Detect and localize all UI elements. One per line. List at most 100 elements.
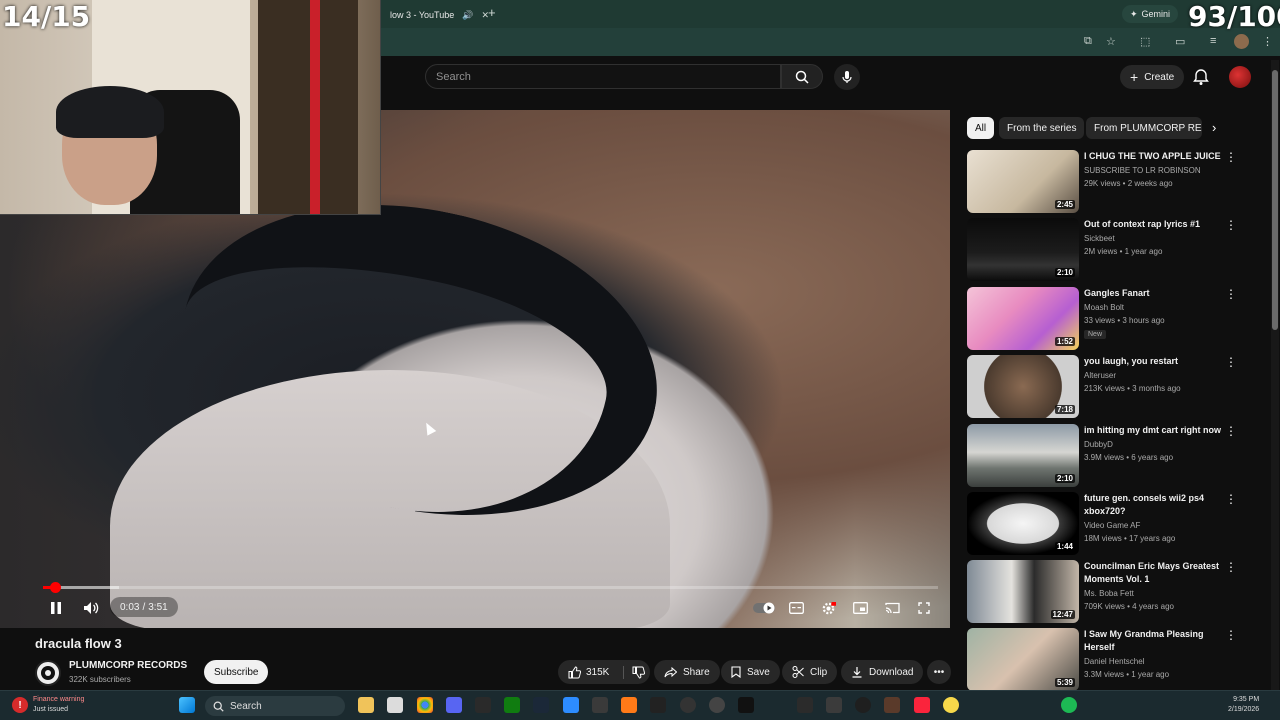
app-icon[interactable] bbox=[621, 697, 637, 713]
recommendation-channel[interactable]: SUBSCRIBE TO LR ROBINSON bbox=[1084, 166, 1201, 175]
channel-avatar[interactable] bbox=[35, 660, 61, 686]
fullscreen-button[interactable] bbox=[914, 598, 934, 618]
scrollbar-thumb[interactable] bbox=[1272, 70, 1278, 330]
discord-icon[interactable] bbox=[446, 697, 462, 713]
gemini-button[interactable]: ✦ Gemini bbox=[1122, 5, 1179, 23]
clock[interactable]: 9:35 PM 2/19/2026 bbox=[1228, 695, 1259, 715]
dislike-button[interactable] bbox=[623, 665, 646, 679]
chip-from-channel[interactable]: From PLUMMCORP RECORDS bbox=[1086, 117, 1202, 139]
more-vertical-icon[interactable]: ⋮ bbox=[1225, 628, 1237, 644]
video-thumbnail[interactable]: 7:18 bbox=[967, 355, 1079, 418]
recommendation-item[interactable]: 1:52 Gangles Fanart Moash Bolt 33 views … bbox=[967, 287, 1267, 351]
share-button[interactable]: Share bbox=[654, 660, 720, 684]
browser-tab[interactable]: low 3 - YouTube 🔊 ✕ bbox=[382, 4, 497, 26]
progress-bar[interactable] bbox=[43, 582, 938, 593]
recommendation-item[interactable]: 7:18 you laugh, you restart Alteruser 21… bbox=[967, 355, 1267, 419]
app-icon[interactable] bbox=[592, 697, 608, 713]
more-vertical-icon[interactable]: ⋮ bbox=[1225, 287, 1237, 303]
more-vertical-icon[interactable]: ⋮ bbox=[1225, 218, 1237, 234]
tab-search-icon[interactable]: ≡ bbox=[1210, 35, 1216, 47]
chip-from-series[interactable]: From the series bbox=[999, 117, 1085, 139]
recommendation-title[interactable]: Councilman Eric Mays Greatest Moments Vo… bbox=[1084, 560, 1224, 586]
warning-icon[interactable]: ! bbox=[12, 697, 28, 713]
more-vertical-icon[interactable]: ⋮ bbox=[1225, 150, 1237, 166]
video-thumbnail[interactable]: 12:47 bbox=[967, 560, 1079, 623]
extensions-icon[interactable]: ⬚ bbox=[1140, 35, 1150, 48]
recommendation-item[interactable]: 2:10 im hitting my dmt cart right now Du… bbox=[967, 424, 1267, 488]
chrome-icon[interactable] bbox=[417, 697, 433, 713]
video-thumbnail[interactable]: 5:39 bbox=[967, 628, 1079, 691]
chevron-right-icon[interactable]: › bbox=[1212, 120, 1216, 135]
settings-button[interactable] bbox=[818, 598, 838, 618]
recommendation-channel[interactable]: Alteruser bbox=[1084, 371, 1116, 380]
recommendation-channel[interactable]: DubbyD bbox=[1084, 440, 1113, 449]
chip-all[interactable]: All bbox=[967, 117, 995, 139]
progress-scrubber[interactable] bbox=[49, 582, 61, 593]
download-button[interactable]: Download bbox=[841, 660, 924, 684]
recommendation-channel[interactable]: Daniel Hentschel bbox=[1084, 657, 1144, 666]
more-vertical-icon[interactable]: ⋮ bbox=[1225, 492, 1237, 508]
voice-search-button[interactable] bbox=[834, 64, 860, 90]
video-thumbnail[interactable]: 2:10 bbox=[967, 424, 1079, 487]
search-input[interactable]: Search bbox=[425, 64, 781, 89]
recommendation-title[interactable]: Gangles Fanart bbox=[1084, 287, 1224, 300]
steam-icon[interactable] bbox=[533, 697, 549, 713]
file-explorer-icon[interactable] bbox=[358, 697, 374, 713]
music-icon[interactable] bbox=[914, 697, 930, 713]
recommendation-title[interactable]: I Saw My Grandma Pleasing Herself bbox=[1084, 628, 1224, 654]
page-scrollbar[interactable] bbox=[1271, 60, 1279, 690]
video-thumbnail[interactable]: 1:44 bbox=[967, 492, 1079, 555]
app-icon[interactable] bbox=[738, 697, 754, 713]
recommendation-channel[interactable]: Sickbeet bbox=[1084, 234, 1115, 243]
search-button[interactable] bbox=[781, 64, 823, 89]
clip-button[interactable]: Clip bbox=[782, 660, 838, 684]
spotify-icon[interactable] bbox=[1061, 697, 1077, 713]
app-icon[interactable] bbox=[943, 697, 959, 713]
bookmark-star-icon[interactable]: ☆ bbox=[1106, 35, 1116, 48]
taskbar-search[interactable]: Search bbox=[205, 696, 345, 716]
video-thumbnail[interactable]: 1:52 bbox=[967, 287, 1079, 350]
recommendation-item[interactable]: 2:10 Out of context rap lyrics #1 Sickbe… bbox=[967, 218, 1267, 282]
app-icon[interactable] bbox=[650, 697, 666, 713]
video-thumbnail[interactable]: 2:10 bbox=[967, 218, 1079, 281]
more-vertical-icon[interactable]: ⋮ bbox=[1225, 560, 1237, 576]
epic-games-icon[interactable] bbox=[475, 697, 491, 713]
miniplayer-button[interactable] bbox=[850, 598, 870, 618]
install-app-icon[interactable]: ⧉ bbox=[1084, 35, 1092, 48]
autoplay-toggle[interactable] bbox=[752, 598, 776, 618]
recommendation-item[interactable]: 1:44 future gen. consels wii2 ps4 xbox72… bbox=[967, 492, 1267, 556]
recommendation-item[interactable]: 5:39 I Saw My Grandma Pleasing Herself D… bbox=[967, 628, 1267, 691]
more-vertical-icon[interactable]: ⋮ bbox=[1225, 424, 1237, 440]
browser-profile-avatar[interactable] bbox=[1234, 34, 1249, 49]
recommendation-title[interactable]: I CHUG THE TWO APPLE JUICE bbox=[1084, 150, 1224, 163]
notifications-bell-icon[interactable] bbox=[1192, 68, 1210, 86]
app-icon[interactable] bbox=[709, 697, 725, 713]
split-view-icon[interactable]: ▭ bbox=[1175, 35, 1185, 48]
more-actions-button[interactable]: ••• bbox=[927, 660, 951, 684]
app-icon[interactable] bbox=[855, 697, 871, 713]
channel-name[interactable]: PLUMMCORP RECORDS bbox=[69, 660, 187, 671]
recommendation-title[interactable]: you laugh, you restart bbox=[1084, 355, 1224, 368]
recommendation-item[interactable]: 12:47 Councilman Eric Mays Greatest Mome… bbox=[967, 560, 1267, 624]
speaker-icon[interactable]: 🔊 bbox=[462, 10, 473, 21]
create-button[interactable]: + Create bbox=[1120, 65, 1185, 89]
video-thumbnail[interactable]: 2:45 bbox=[967, 150, 1079, 213]
app-icon[interactable] bbox=[884, 697, 900, 713]
save-button[interactable]: Save bbox=[721, 660, 780, 684]
like-button[interactable]: 315K bbox=[568, 665, 609, 679]
app-icon[interactable] bbox=[826, 697, 842, 713]
windows-start-icon[interactable] bbox=[179, 697, 195, 713]
recommendation-channel[interactable]: Moash Bolt bbox=[1084, 303, 1124, 312]
recommendation-item[interactable]: 2:45 I CHUG THE TWO APPLE JUICE SUBSCRIB… bbox=[967, 150, 1267, 214]
app-icon[interactable] bbox=[680, 697, 696, 713]
recommendation-channel[interactable]: Ms. Boba Fett bbox=[1084, 589, 1134, 598]
app-icon[interactable] bbox=[563, 697, 579, 713]
recommendation-title[interactable]: Out of context rap lyrics #1 bbox=[1084, 218, 1224, 231]
more-vertical-icon[interactable]: ⋮ bbox=[1225, 355, 1237, 371]
captions-button[interactable] bbox=[786, 598, 806, 618]
volume-button[interactable] bbox=[81, 598, 101, 618]
new-tab-button[interactable]: + bbox=[488, 5, 496, 20]
pause-button[interactable] bbox=[47, 598, 65, 618]
recommendation-channel[interactable]: Video Game AF bbox=[1084, 521, 1140, 530]
account-avatar[interactable] bbox=[1229, 66, 1251, 88]
